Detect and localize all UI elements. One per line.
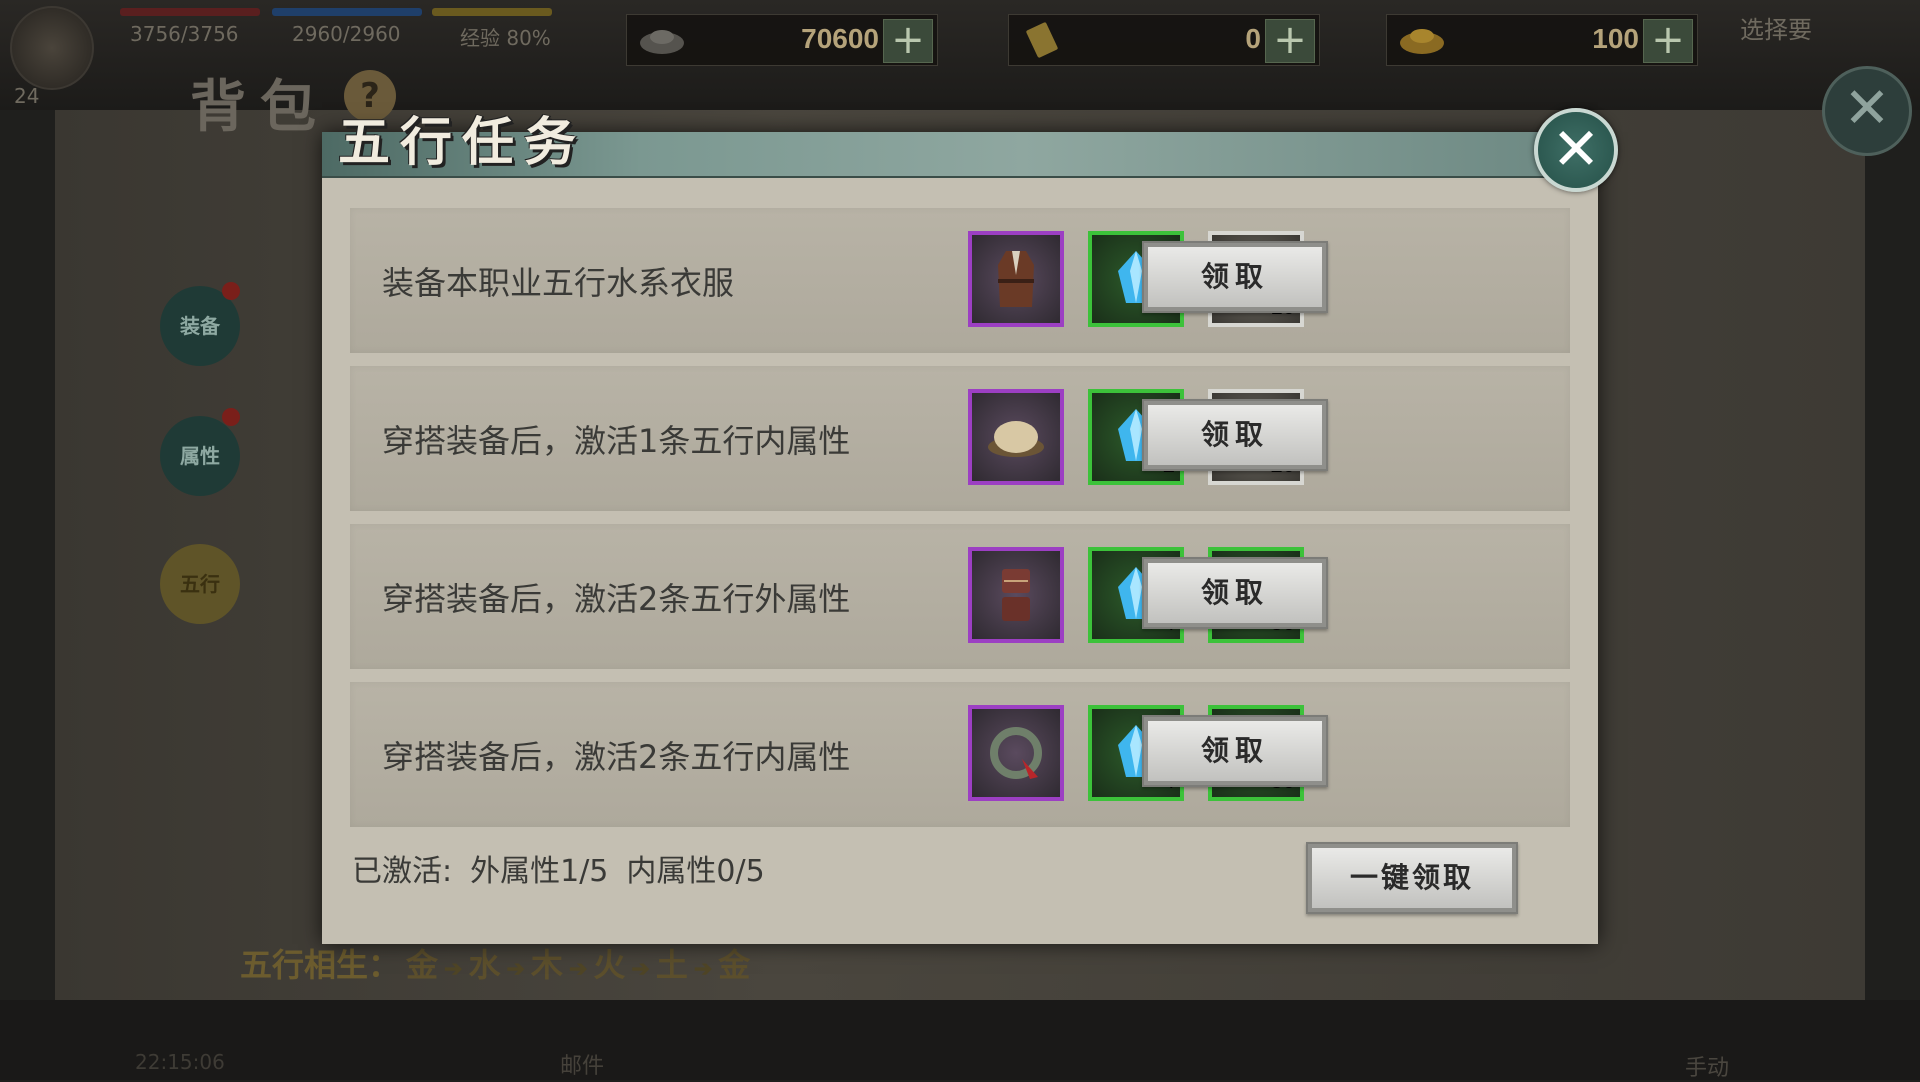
activation-progress: 已激活: 外属性1/5 内属性0/5 <box>352 846 783 890</box>
task-row: 装备本职业五行水系衣服 10 领取 <box>350 208 1570 353</box>
task-label: 装备本职业五行水系衣服 <box>382 264 735 302</box>
add-ticket-button[interactable]: + <box>1265 19 1315 63</box>
claim-button[interactable]: 领取 <box>1142 557 1328 629</box>
reward-slot[interactable] <box>968 231 1064 327</box>
currency-gold: 100 + <box>1386 14 1698 66</box>
level-text: 24 <box>14 84 40 108</box>
bracelet-icon <box>990 727 1042 779</box>
notification-dot <box>222 408 240 426</box>
mail-button[interactable]: 邮件 <box>560 1048 604 1080</box>
arrow-icon: ➔ <box>444 956 463 982</box>
currency-silver: 70600 + <box>626 14 938 66</box>
gold-ingot-icon <box>1400 29 1444 54</box>
outer-attribute-progress: 外属性1/5 <box>470 854 609 889</box>
element-wood: 木 <box>530 946 563 984</box>
arrow-icon: ➔ <box>631 956 650 982</box>
task-row: 穿搭装备后，激活2条五行内属性 4 30 领取 <box>350 682 1570 827</box>
close-icon[interactable]: ✕ <box>1534 108 1618 192</box>
player-avatar[interactable] <box>10 6 94 90</box>
manual-toggle[interactable]: 手动 <box>1685 1050 1729 1082</box>
cycle-prefix: 五行相生： <box>240 946 401 984</box>
hat-icon <box>988 421 1044 457</box>
task-label: 穿搭装备后，激活2条五行外属性 <box>382 580 851 618</box>
five-element-cycle: 五行相生：金 ➔ 水 ➔ 木 ➔ 火 ➔ 土 ➔ 金 <box>240 940 756 986</box>
claim-all-button[interactable]: 一键领取 <box>1306 842 1518 914</box>
task-label: 穿搭装备后，激活1条五行内属性 <box>382 422 851 460</box>
silver-amount: 70600 <box>801 23 879 54</box>
reward-slot[interactable] <box>968 389 1064 485</box>
element-metal: 金 <box>406 946 439 984</box>
hp-bar <box>120 8 260 16</box>
bottom-bar <box>0 1000 1920 1080</box>
add-gold-button[interactable]: + <box>1643 19 1693 63</box>
clock-text: 22:15:06 <box>135 1050 225 1074</box>
ticket-amount: 0 <box>1245 23 1261 54</box>
bag-close-button[interactable]: ✕ <box>1822 66 1912 156</box>
reward-slot[interactable] <box>968 547 1064 643</box>
add-silver-button[interactable]: + <box>883 19 933 63</box>
exp-bar <box>432 8 552 16</box>
task-row: 穿搭装备后，激活1条五行内属性 2 20 领取 <box>350 366 1570 511</box>
arrow-icon: ➔ <box>506 956 525 982</box>
notification-dot <box>222 282 240 300</box>
gold-amount: 100 <box>1592 23 1639 54</box>
bracer-icon <box>1002 569 1030 621</box>
progress-prefix: 已激活: <box>352 854 453 889</box>
five-element-task-dialog: 装备本职业五行水系衣服 10 领取 穿搭装备后，激活1条五行内属性 2 20 领… <box>322 132 1598 944</box>
silver-ingot-icon <box>640 30 684 54</box>
element-water: 水 <box>468 946 501 984</box>
currency-ticket: 0 + <box>1008 14 1320 66</box>
inner-attribute-progress: 内属性0/5 <box>626 854 765 889</box>
claim-button[interactable]: 领取 <box>1142 241 1328 313</box>
arrow-icon: ➔ <box>568 956 588 982</box>
task-row: 穿搭装备后，激活2条五行外属性 4 30 领取 <box>350 524 1570 669</box>
bag-title: 背包 <box>190 74 330 140</box>
mp-bar <box>272 8 422 16</box>
top-right-text: 选择要 <box>1740 16 1812 44</box>
side-tab-five-elements[interactable]: 五行 <box>160 544 240 624</box>
hp-text: 3756/3756 <box>130 22 239 46</box>
element-earth: 土 <box>655 946 688 984</box>
element-metal: 金 <box>718 946 751 984</box>
dialog-title: 五行任务 <box>338 112 587 173</box>
element-fire: 火 <box>593 946 626 984</box>
side-tab-attributes[interactable]: 属性 <box>160 416 240 496</box>
exp-text: 经验 80% <box>460 26 551 50</box>
claim-button[interactable]: 领取 <box>1142 399 1328 471</box>
robe-icon <box>998 251 1034 307</box>
mp-text: 2960/2960 <box>292 22 401 46</box>
reward-slot[interactable] <box>968 705 1064 801</box>
arrow-icon: ➔ <box>693 956 713 982</box>
task-label: 穿搭装备后，激活2条五行内属性 <box>382 738 851 776</box>
claim-button[interactable]: 领取 <box>1142 715 1328 787</box>
gold-ticket-icon <box>1026 22 1058 58</box>
